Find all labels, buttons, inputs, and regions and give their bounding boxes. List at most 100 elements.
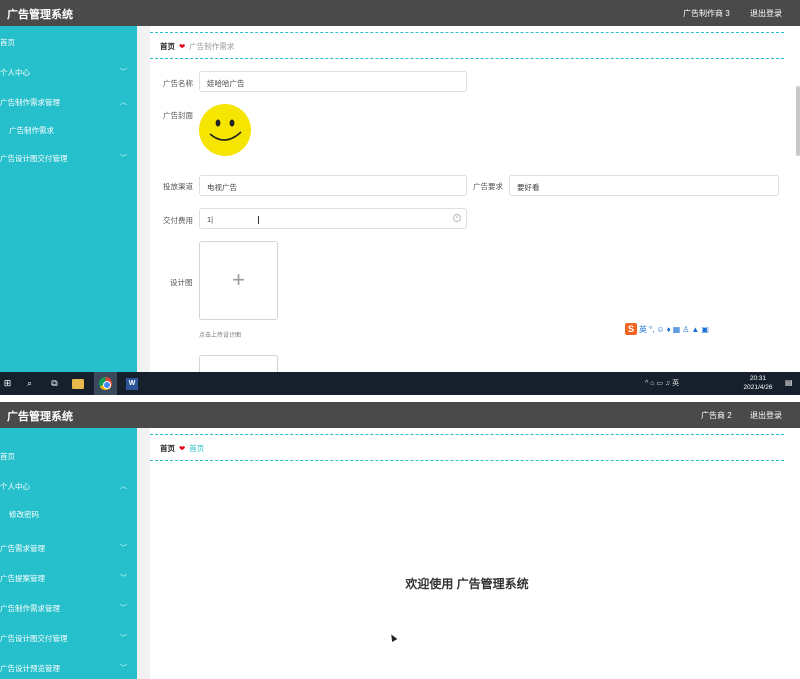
sidebar-item-label: 广告制作需求 [9, 126, 54, 135]
file-explorer-icon[interactable] [72, 379, 84, 389]
sidebar-item-personal-center[interactable]: 个人中心 ︿ [0, 476, 137, 496]
fee-input-value: 1| [207, 215, 214, 224]
main-content: 首页 ❤ 首页 欢迎使用 广告管理系统 [150, 428, 800, 679]
sidebar-item-personal-center[interactable]: 个人中心 ﹀ [0, 62, 137, 82]
windows-start-icon[interactable]: ⊞ [0, 376, 15, 391]
sidebar-item-design-delivery-mgmt[interactable]: 广告设计图交付管理 ﹀ [0, 628, 137, 648]
logout-link[interactable]: 退出登录 [750, 8, 782, 19]
design-label: 设计图 [170, 278, 193, 287]
system-tray[interactable]: ^ ⌂ ▭ ♫ 英 [645, 378, 679, 388]
sidebar-item-label: 广告制作需求管理 [0, 98, 60, 107]
sidebar-item-proposal-mgmt[interactable]: 广告提案管理 ﹀ [0, 568, 137, 588]
plus-icon: + [232, 267, 245, 292]
chevron-down-icon: ﹀ [120, 155, 127, 162]
sidebar-item-label: 广告设计预览管理 [0, 664, 60, 673]
sidebar-item-production-demand-mgmt[interactable]: 广告制作需求管理 ︿ [0, 92, 137, 112]
sidebar: 首页 个人中心 ︿ 修改密码 广告需求管理 ﹀ 广告提案管理 ﹀ 广告制作需求管… [0, 428, 137, 679]
channel-input[interactable]: 电视广告 [199, 175, 467, 196]
sidebar-item-production-demand-mgmt[interactable]: 广告制作需求管理 ﹀ [0, 598, 137, 618]
heart-icon: ❤ [179, 444, 186, 453]
user-icon[interactable]: ♙ [682, 325, 689, 334]
breadcrumb: 首页 ❤ 广告制作需求 [160, 41, 234, 52]
breadcrumb-home[interactable]: 首页 [160, 444, 175, 453]
fee-input[interactable]: 1| × [199, 208, 467, 229]
chevron-down-icon: ﹀ [120, 545, 127, 552]
logout-link[interactable]: 退出登录 [750, 410, 782, 421]
top-bar: 广告管理系统 广告商 2 退出登录 [0, 402, 800, 428]
chevron-down-icon: ﹀ [120, 69, 127, 76]
ad-name-label: 广告名称 [163, 79, 193, 88]
design-upload-button[interactable]: + [199, 241, 278, 320]
current-user-label: 广告商 2 [701, 411, 732, 420]
breadcrumb: 首页 ❤ 首页 [160, 443, 204, 454]
ime-mode[interactable]: 英 [639, 324, 647, 335]
breadcrumb-current: 首页 [189, 444, 205, 453]
current-user-label: 广告制作商 3 [683, 9, 730, 18]
notification-icon[interactable]: ▤ [785, 378, 793, 387]
scrollbar-thumb[interactable] [796, 86, 800, 156]
sidebar-item-home[interactable]: 首页 [0, 32, 137, 52]
sidebar-item-label: 首页 [0, 38, 15, 47]
clear-icon[interactable]: × [453, 214, 461, 222]
sidebar: 首页 个人中心 ﹀ 广告制作需求管理 ︿ 广告制作需求 广告设计图交付管理 ﹀ [0, 26, 137, 395]
welcome-heading: 欢迎使用 广告管理系统 [405, 577, 529, 591]
breadcrumb-home[interactable]: 首页 [160, 42, 175, 51]
sidebar-item-demand-mgmt[interactable]: 广告需求管理 ﹀ [0, 538, 137, 558]
sidebar-item-design-preview-mgmt[interactable]: 广告设计预览管理 ﹀ [0, 658, 137, 678]
channel-label: 投放渠道 [163, 182, 193, 191]
windows-taskbar: ⊞ ⌕ ⧉ W ^ ⌂ ▭ ♫ 英 20:31 2021/4/26 ▤ [0, 372, 800, 395]
requirement-input[interactable]: 要好看 [509, 175, 779, 196]
chevron-down-icon: ﹀ [120, 605, 127, 612]
requirement-label: 广告要求 [473, 182, 503, 191]
main-content: 首页 ❤ 广告制作需求 广告名称 娃哈哈广告 广告封面 投放渠道 电视广告 广告要求… [150, 26, 800, 395]
text-cursor-icon [258, 216, 259, 224]
ad-name-input[interactable]: 娃哈哈广告 [199, 71, 467, 92]
chevron-down-icon: ﹀ [120, 635, 127, 642]
sidebar-item-label: 个人中心 [0, 68, 30, 77]
sidebar-subitem-production-demand[interactable]: 广告制作需求 [0, 120, 137, 140]
sidebar-item-label: 广告制作需求管理 [0, 604, 60, 613]
sidebar-subitem-change-password[interactable]: 修改密码 [0, 504, 137, 524]
chevron-up-icon: ︿ [120, 483, 127, 490]
clock-date: 2021/4/26 [743, 384, 773, 391]
search-icon[interactable]: ⌕ [22, 376, 37, 391]
breadcrumb-current: 广告制作需求 [189, 42, 235, 51]
keyboard-icon[interactable]: ▦ [673, 325, 681, 334]
toolbox-icon[interactable]: ▣ [701, 325, 709, 334]
word-icon[interactable]: W [126, 378, 138, 390]
sidebar-item-label: 广告提案管理 [0, 574, 45, 583]
sidebar-item-label: 首页 [0, 452, 15, 461]
ime-toolbar[interactable]: S 英 °, ☺ ♦ ▦ ♙ ▲ ▣ [625, 323, 709, 335]
punctuation-icon[interactable]: °, [649, 325, 654, 334]
breadcrumb-divider [150, 32, 784, 33]
sidebar-item-label: 修改密码 [9, 510, 39, 519]
screenshot-separator [0, 395, 800, 402]
sidebar-item-home[interactable]: 首页 [0, 446, 137, 466]
ad-cover-label: 广告封面 [163, 111, 193, 120]
microphone-icon[interactable]: ♦ [667, 325, 671, 334]
skin-icon[interactable]: ▲ [691, 325, 699, 334]
breadcrumb-divider [150, 460, 784, 461]
sidebar-item-label: 广告设计图交付管理 [0, 634, 68, 643]
screenshot-production-demand-form: 广告管理系统 广告制作商 3 退出登录 首页 个人中心 ﹀ 广告制作需求管理 ︿… [0, 0, 800, 395]
sidebar-item-label: 广告设计图交付管理 [0, 154, 68, 163]
chevron-down-icon: ﹀ [120, 575, 127, 582]
chrome-icon[interactable] [94, 372, 117, 395]
chevron-up-icon: ︿ [120, 99, 127, 106]
ad-cover-smiley-image[interactable] [198, 103, 252, 157]
top-bar: 广告管理系统 广告制作商 3 退出登录 [0, 0, 800, 26]
task-view-icon[interactable]: ⧉ [47, 376, 62, 391]
screenshot-home-welcome: 广告管理系统 广告商 2 退出登录 首页 个人中心 ︿ 修改密码 广告需求管理 … [0, 402, 800, 679]
chevron-down-icon: ﹀ [120, 665, 127, 672]
heart-icon: ❤ [179, 42, 186, 51]
emoji-icon[interactable]: ☺ [656, 325, 664, 334]
clock-time: 20:31 [749, 375, 767, 382]
mouse-pointer-icon [388, 632, 398, 643]
sidebar-item-design-delivery-mgmt[interactable]: 广告设计图交付管理 ﹀ [0, 148, 137, 168]
sidebar-item-label: 广告需求管理 [0, 544, 45, 553]
fee-label: 交付费用 [163, 216, 193, 225]
breadcrumb-divider [150, 434, 784, 435]
breadcrumb-divider [150, 58, 784, 59]
upload-hint: 点击上传设计图 [199, 333, 242, 339]
taskbar-clock[interactable]: 20:31 2021/4/26 [738, 374, 778, 392]
